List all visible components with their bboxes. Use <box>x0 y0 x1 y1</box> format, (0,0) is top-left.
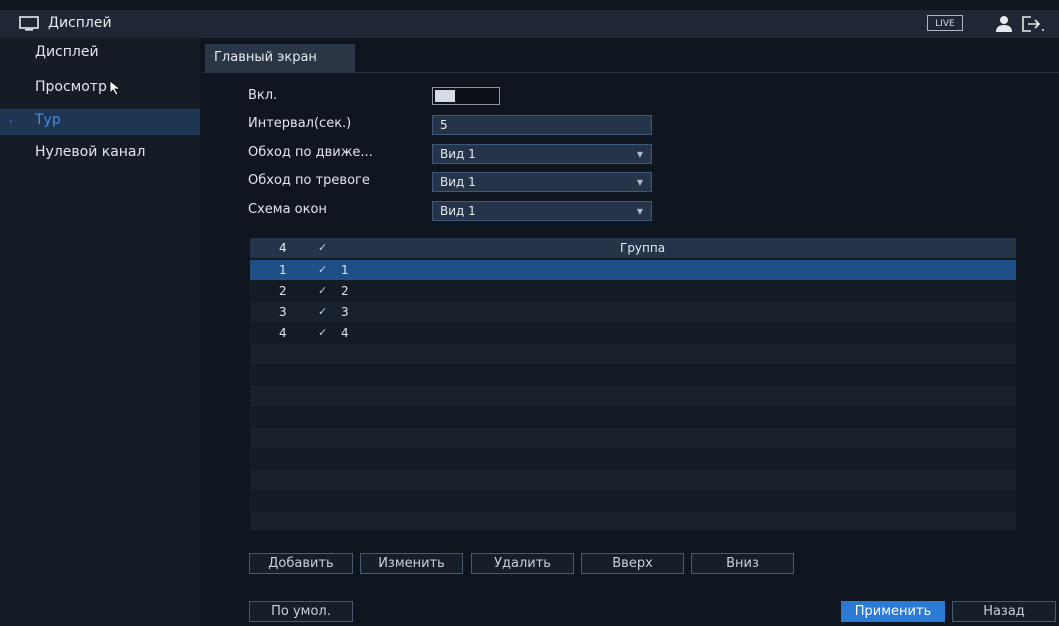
interval-input[interactable]: 5 <box>432 115 652 135</box>
interval-value: 5 <box>440 118 448 132</box>
header-group: Группа <box>620 241 666 255</box>
sidebar-item-tour[interactable]: › Тур <box>0 109 200 135</box>
window-layout-value: Вид 1 <box>440 204 476 218</box>
window-layout-label: Схема окон <box>248 202 327 217</box>
sidebar-item-zero-channel[interactable]: Нулевой канал <box>0 141 200 167</box>
chevron-right-icon: › <box>9 117 13 127</box>
row-checkbox[interactable]: ✓ <box>318 305 327 318</box>
row-group: 1 <box>341 263 349 277</box>
row-group: 4 <box>341 326 349 340</box>
window-title: Дисплей <box>48 15 112 31</box>
motion-tour-label: Обход по движе... <box>248 145 373 160</box>
motion-tour-select[interactable]: Вид 1 ▼ <box>432 144 652 164</box>
delete-button[interactable]: Удалить <box>471 553 574 574</box>
empty-row <box>250 386 1016 406</box>
toggle-knob <box>435 90 455 102</box>
move-down-button[interactable]: Вниз <box>691 553 794 574</box>
tab-label: Главный экран <box>214 50 317 65</box>
back-button[interactable]: Назад <box>952 601 1056 622</box>
live-button[interactable]: LIVE <box>927 15 963 31</box>
group-table[interactable]: 4 ✓ Группа 1 ✓ 1 2 ✓ 2 3 ✓ 3 4 ✓ 4 <box>250 238 1016 530</box>
edit-button[interactable]: Изменить <box>360 553 463 574</box>
row-index: 3 <box>279 305 287 319</box>
sidebar-item-label: Дисплей <box>35 44 99 60</box>
caret-down-icon: ▼ <box>636 178 643 187</box>
caret-down-icon: ▼ <box>636 150 643 159</box>
alarm-tour-label: Обход по тревоге <box>248 173 370 188</box>
table-header: 4 ✓ Группа <box>250 238 1016 258</box>
table-row[interactable]: 3 ✓ 3 <box>250 302 1016 322</box>
row-index: 2 <box>279 284 287 298</box>
divider <box>203 72 1059 73</box>
user-icon[interactable] <box>995 15 1013 33</box>
row-checkbox[interactable]: ✓ <box>318 284 327 297</box>
motion-tour-value: Вид 1 <box>440 147 476 161</box>
logout-icon[interactable] <box>1021 15 1045 33</box>
empty-row <box>250 470 1016 490</box>
empty-row <box>250 344 1016 364</box>
window-layout-select[interactable]: Вид 1 ▼ <box>432 201 652 221</box>
default-button[interactable]: По умол. <box>249 601 353 622</box>
row-index: 1 <box>279 263 287 277</box>
row-index: 4 <box>279 326 287 340</box>
sidebar-item-label: Нулевой канал <box>35 144 146 160</box>
header-count: 4 <box>279 241 287 255</box>
add-button[interactable]: Добавить <box>249 553 353 574</box>
tab-main-screen[interactable]: Главный экран <box>205 44 355 72</box>
row-checkbox[interactable]: ✓ <box>318 263 327 276</box>
row-group: 3 <box>341 305 349 319</box>
table-row[interactable]: 4 ✓ 4 <box>250 323 1016 343</box>
sidebar-item-view[interactable]: Просмотр <box>0 76 200 102</box>
select-all-checkbox[interactable]: ✓ <box>318 241 327 254</box>
sidebar-item-display[interactable]: Дисплей <box>0 41 200 67</box>
empty-row <box>250 512 1016 530</box>
sidebar-item-label: Тур <box>35 112 61 128</box>
table-row[interactable]: 2 ✓ 2 <box>250 281 1016 301</box>
enable-label: Вкл. <box>248 88 278 103</box>
sidebar: Дисплей Просмотр › Тур Нулевой канал <box>0 38 200 626</box>
apply-button[interactable]: Применить <box>841 601 945 622</box>
mouse-cursor-icon <box>109 80 122 96</box>
dvr-screen: Дисплей LIVE Дисплей Просмотр › Тур Нуле… <box>0 0 1059 626</box>
sidebar-item-label: Просмотр <box>35 79 107 95</box>
caret-down-icon: ▼ <box>636 207 643 216</box>
row-group: 2 <box>341 284 349 298</box>
table-row[interactable]: 1 ✓ 1 <box>250 260 1016 280</box>
move-up-button[interactable]: Вверх <box>581 553 684 574</box>
interval-label: Интервал(сек.) <box>248 116 352 131</box>
empty-row <box>250 428 1016 448</box>
row-checkbox[interactable]: ✓ <box>318 326 327 339</box>
alarm-tour-select[interactable]: Вид 1 ▼ <box>432 172 652 192</box>
alarm-tour-value: Вид 1 <box>440 175 476 189</box>
top-bar: Дисплей LIVE <box>0 10 1059 38</box>
enable-toggle[interactable] <box>432 87 500 105</box>
monitor-icon <box>19 16 39 31</box>
